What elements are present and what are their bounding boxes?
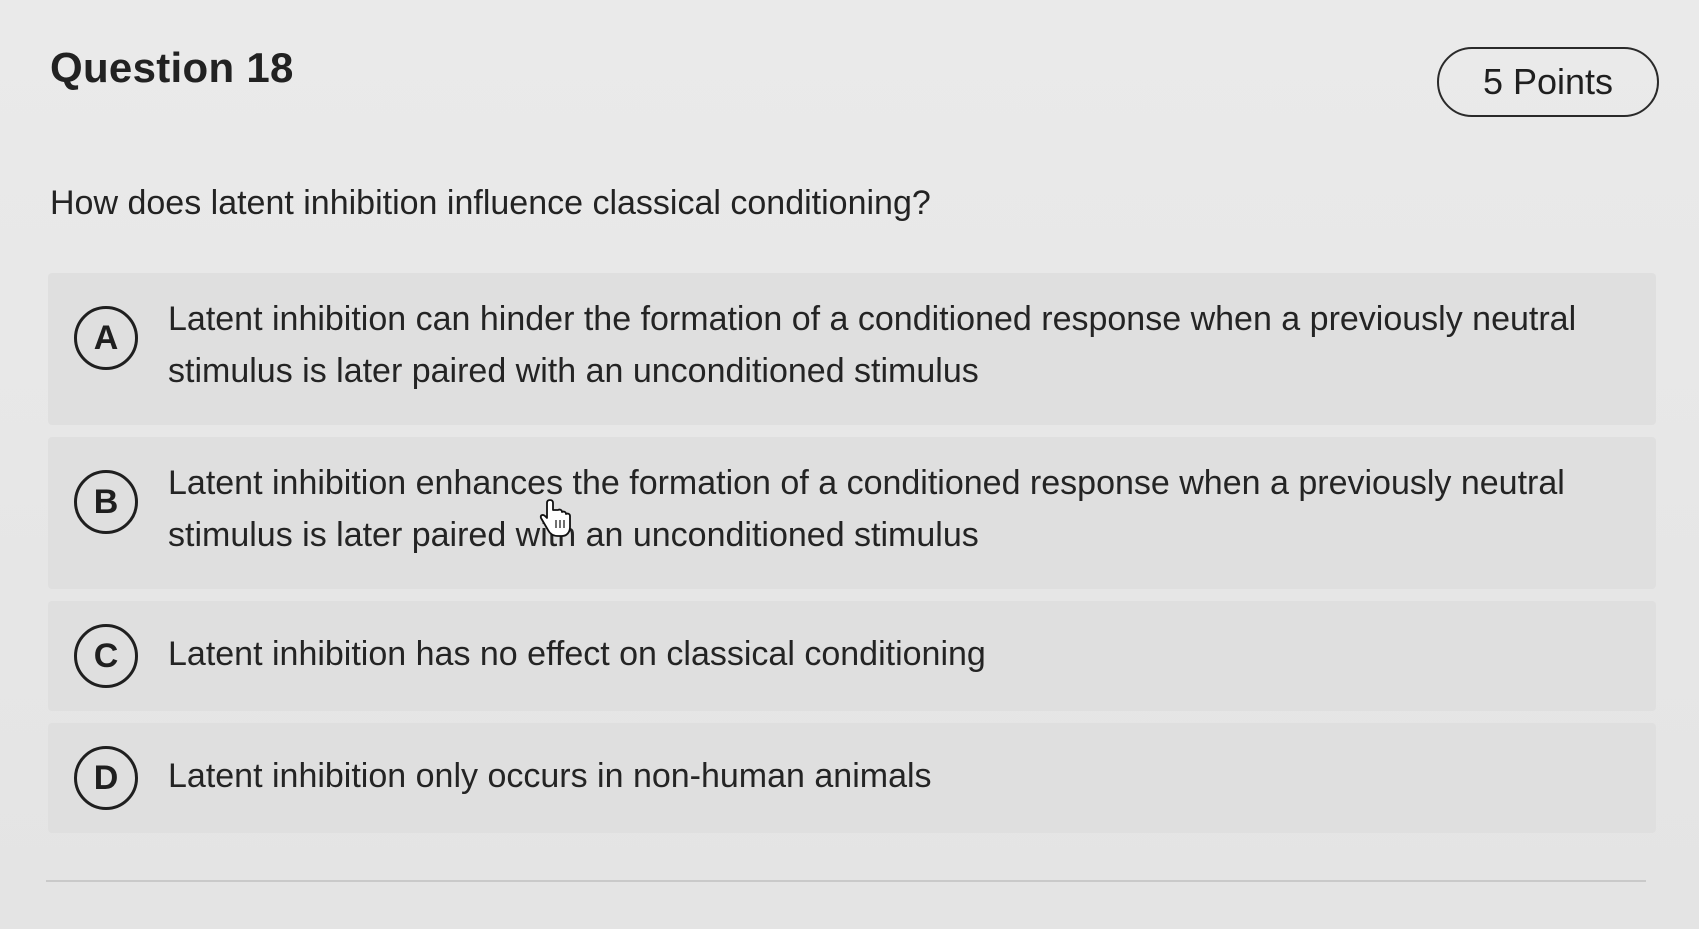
option-a[interactable]: A Latent inhibition can hinder the forma… — [48, 273, 1656, 425]
hand-pointer-icon — [538, 498, 572, 538]
option-c-letter[interactable]: C — [74, 624, 138, 688]
question-title: Question 18 — [50, 44, 294, 91]
bottom-divider — [46, 880, 1646, 882]
option-a-text: Latent inhibition can hinder the formati… — [168, 300, 1577, 390]
answer-options: A Latent inhibition can hinder the forma… — [48, 273, 1656, 845]
option-d[interactable]: D Latent inhibition only occurs in non-h… — [48, 723, 1656, 833]
points-badge: 5 Points — [1437, 47, 1659, 117]
option-b[interactable]: B Latent inhibition enhances the formati… — [48, 437, 1656, 589]
option-d-text: Latent inhibition only occurs in non-hum… — [168, 757, 932, 795]
option-c[interactable]: C Latent inhibition has no effect on cla… — [48, 601, 1656, 711]
option-b-letter[interactable]: B — [74, 470, 138, 534]
option-d-letter[interactable]: D — [74, 746, 138, 810]
question-text: How does latent inhibition influence cla… — [50, 184, 931, 222]
option-a-letter[interactable]: A — [74, 306, 138, 370]
option-c-text: Latent inhibition has no effect on class… — [168, 635, 986, 673]
quiz-page: Question 18 5 Points How does latent inh… — [0, 0, 1699, 929]
option-b-text: Latent inhibition enhances the formation… — [168, 464, 1565, 554]
